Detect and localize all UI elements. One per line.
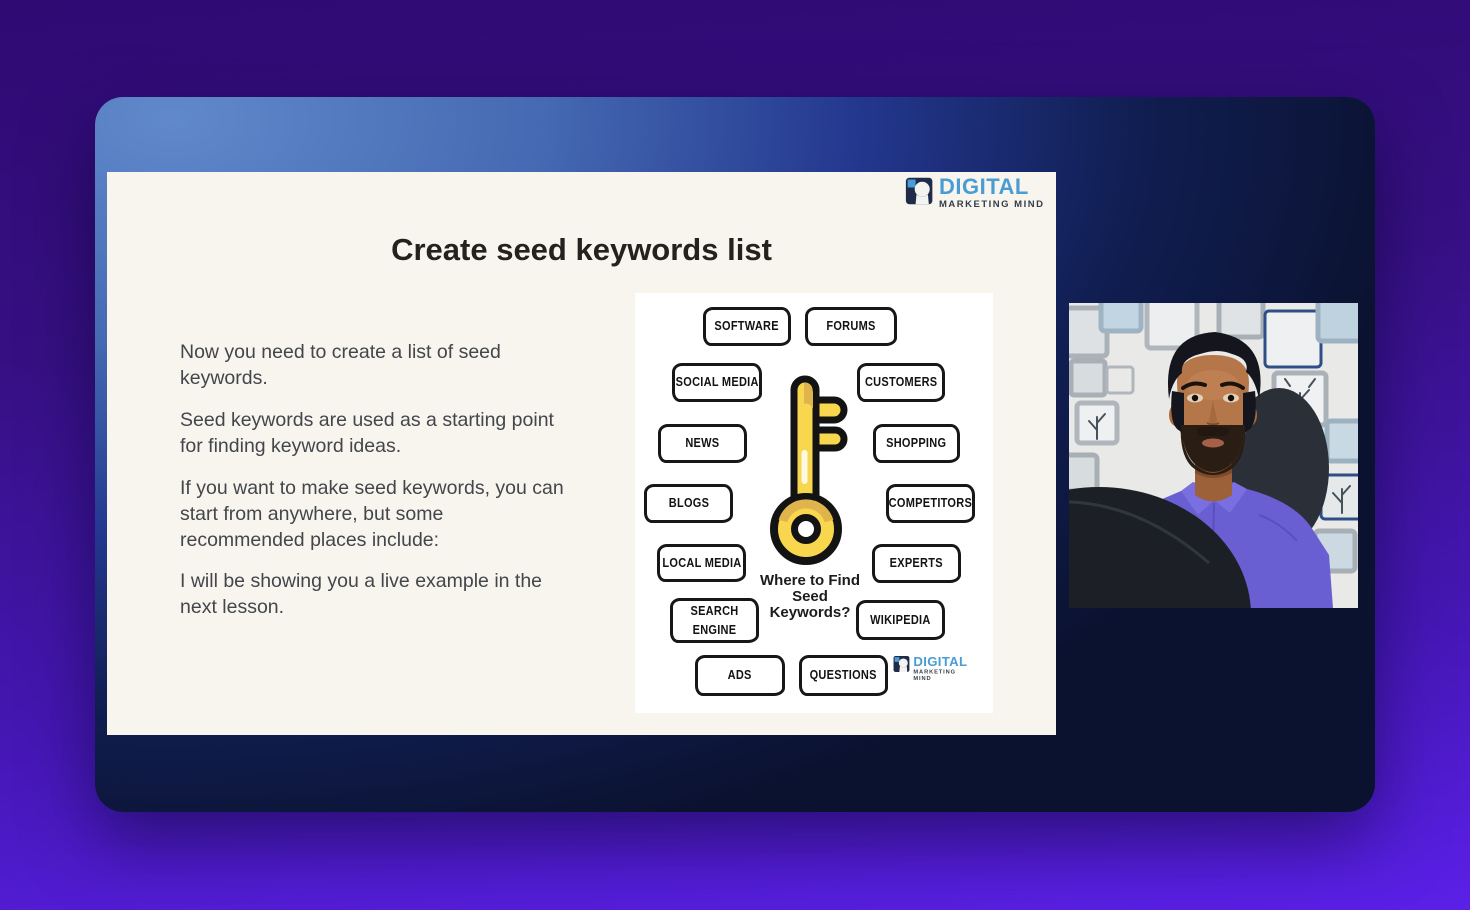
brand-logo-text: DIGITAL MARKETING MIND [939,176,1044,210]
presenter-scene [1069,303,1358,608]
diagram-node-blogs: BLOGS [644,484,733,523]
brand-logo-text: DIGITAL MARKETING MIND [913,655,967,682]
diagram-node-forums: FORUMS [805,307,897,346]
diagram-node-customers: CUSTOMERS [857,363,945,402]
diagram-node-software: SOFTWARE [703,307,791,346]
brand-logo-icon [893,655,911,673]
diagram-center-question: Where to Find Seed Keywords? [740,573,880,621]
brand-word-marketing-mind: MARKETING MIND [939,199,1044,210]
slide-body-text: Now you need to create a list of seed ke… [180,340,570,637]
slide-title: Create seed keywords list [107,232,1056,268]
slide-paragraph: Now you need to create a list of seed ke… [180,340,570,392]
brand-logo-small: DIGITAL MARKETING MIND [893,655,967,682]
slide-paragraph: I will be showing you a live example in … [180,569,570,621]
diagram-node-competitors: COMPETITORS [886,484,975,523]
diagram-node-questions: QUESTIONS [799,655,888,696]
diagram-node-local-media: LOCAL MEDIA [657,544,746,582]
presenter-webcam [1069,303,1358,608]
slide-paragraph: Seed keywords are used as a starting poi… [180,408,570,460]
presentation-slide: DIGITAL MARKETING MIND Create seed keywo… [107,172,1056,735]
diagram-node-shopping: SHOPPING [873,424,960,463]
diagram-node-news: NEWS [658,424,747,463]
brand-logo-icon [905,176,935,206]
brand-word-digital: DIGITAL [939,176,1044,198]
diagram-node-experts: EXPERTS [872,544,961,583]
seed-keywords-diagram: SOFTWARE FORUMS SOCIAL MEDIA CUSTOMERS N… [635,293,993,713]
slide-paragraph: If you want to make seed keywords, you c… [180,476,570,554]
video-player[interactable]: DIGITAL MARKETING MIND Create seed keywo… [95,97,1375,812]
diagram-node-ads: ADS [695,655,785,696]
brand-logo: DIGITAL MARKETING MIND [905,176,1044,210]
key-illustration [768,374,854,570]
diagram-node-social-media: SOCIAL MEDIA [672,363,762,402]
